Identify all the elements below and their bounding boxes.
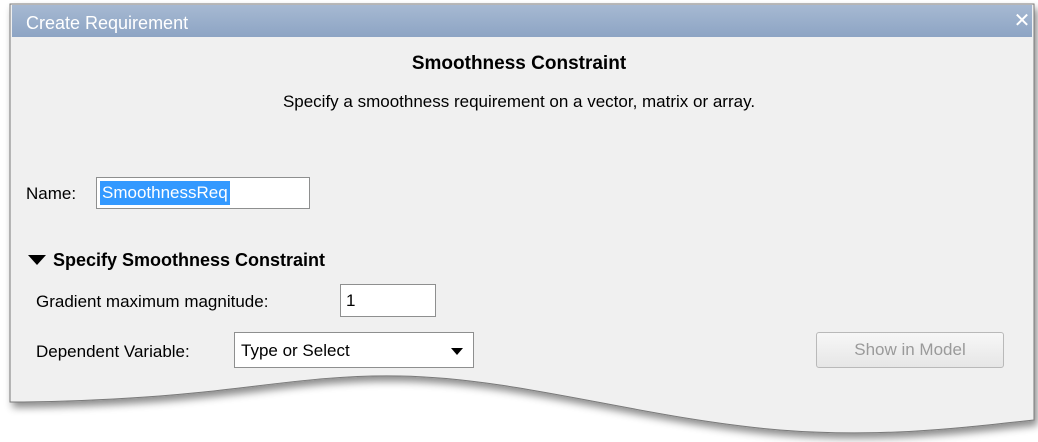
section-label: Specify Smoothness Constraint [53,250,326,270]
name-label: Name: [26,184,77,203]
gradient-max-magnitude-label: Gradient maximum magnitude: [36,292,269,311]
name-input-value: SmoothnessReq [100,181,230,205]
dependent-variable-value: Type or Select [241,341,350,360]
page-description: Specify a smoothness requirement on a ve… [282,92,756,111]
dependent-variable-label: Dependent Variable: [36,342,190,361]
dependent-variable-select[interactable]: Type or Select [234,332,474,368]
name-input[interactable]: SmoothnessReq [96,177,310,209]
show-in-model-button[interactable]: Show in Model [816,332,1004,368]
page-title: Smoothness Constraint [411,53,627,74]
window-title: Create Requirement [26,13,189,33]
triangle-down-icon [28,255,46,266]
section-toggle-specify-smoothness[interactable]: Specify Smoothness Constraint [28,250,325,271]
chevron-down-icon[interactable] [451,348,463,355]
close-icon[interactable]: ✕ [1008,9,1036,33]
create-requirement-dialog: Create Requirement ✕ Smoothness Constrai… [0,0,1038,442]
title-bar: Create Requirement ✕ [12,5,1032,37]
gradient-max-magnitude-input[interactable]: 1 [340,284,436,317]
